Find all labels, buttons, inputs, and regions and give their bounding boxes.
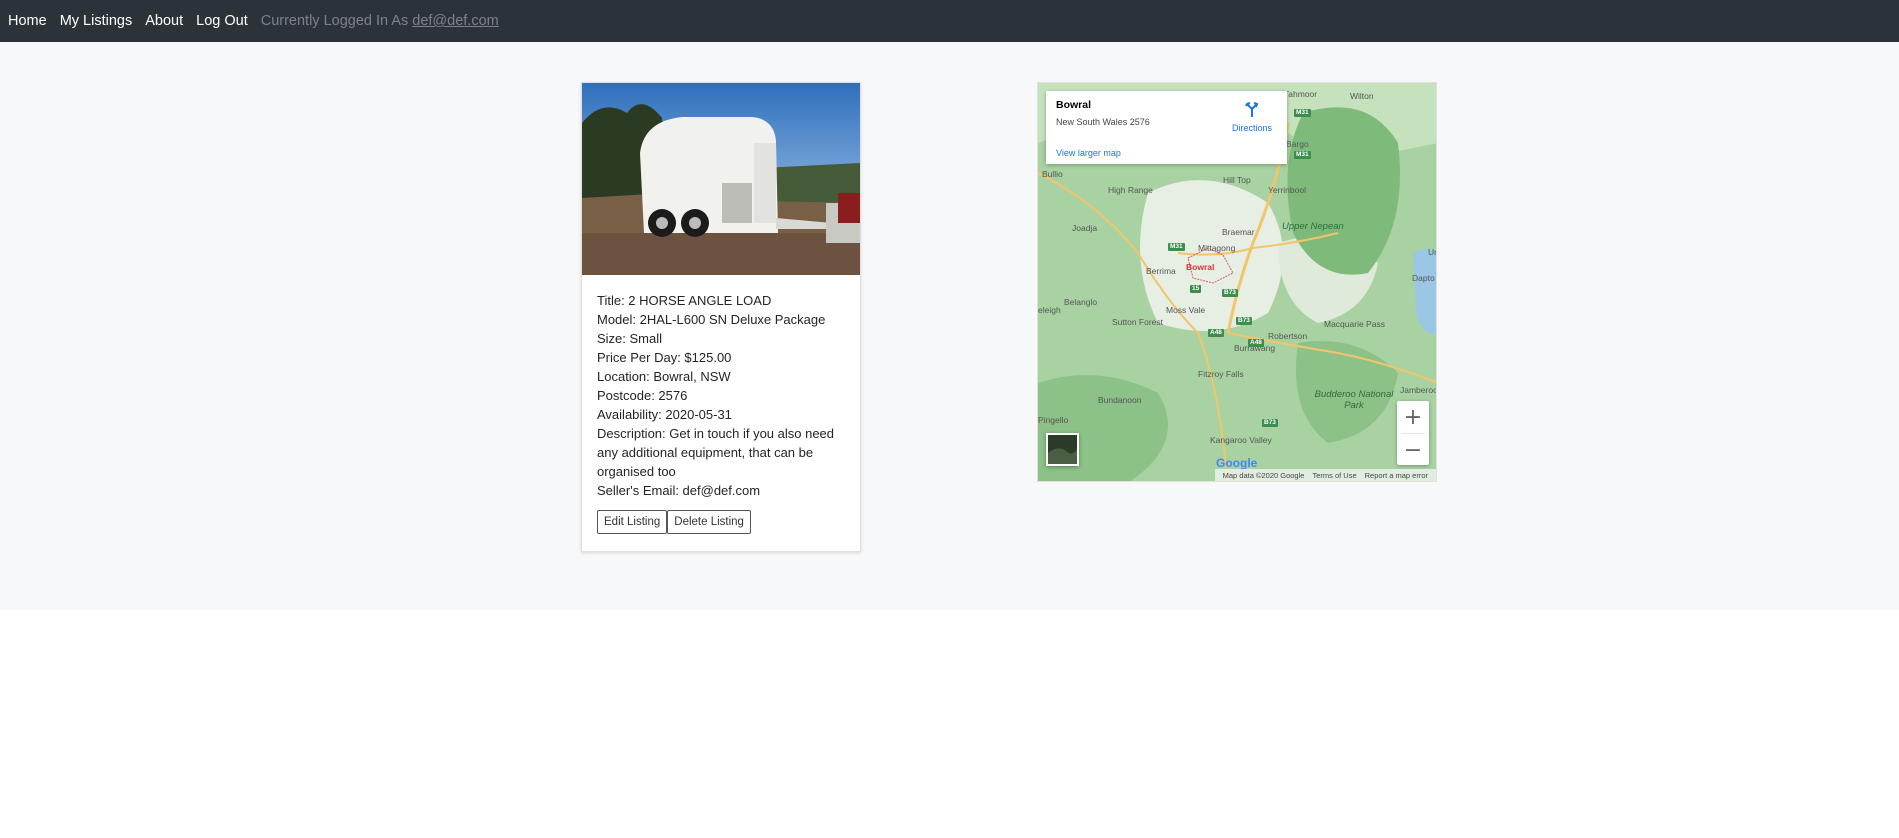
directions-icon — [1244, 102, 1260, 121]
map-data-attribution: Map data ©2020 Google — [1222, 470, 1305, 480]
login-status-prefix: Currently Logged In As — [260, 13, 409, 29]
listing-actions: Edit Listing Delete Listing — [597, 510, 845, 534]
map-footer: Map data ©2020 Google Terms of Use Repor… — [1214, 469, 1436, 481]
map-place-braemar: Braemar — [1222, 227, 1255, 237]
satellite-view-toggle[interactable] — [1046, 433, 1079, 466]
zoom-out-button[interactable]: − — [1397, 434, 1429, 466]
map-place-high-range: High Range — [1108, 185, 1153, 195]
map-place-bargo: Bargo — [1286, 139, 1309, 149]
road-shield-m31-3: M31 — [1168, 243, 1185, 251]
top-navbar: Home My Listings About Log Out Currently… — [0, 0, 1899, 42]
listing-size: Size: Small — [597, 331, 663, 346]
map-place-joadja: Joadja — [1072, 223, 1098, 233]
google-logo-text: Google — [1216, 456, 1258, 470]
directions-button[interactable]: Directions — [1227, 101, 1277, 133]
listing-price: Price Per Day: $125.00 — [597, 350, 732, 365]
listing-availability: Availability: 2020-05-31 — [597, 407, 732, 422]
main-content: Title: 2 HORSE ANGLE LOAD Model: 2HAL-L6… — [0, 42, 1899, 610]
listing-postcode: Postcode: 2576 — [597, 388, 688, 403]
google-logo: Google — [1216, 456, 1257, 470]
map-place-belanglo: Belanglo — [1064, 297, 1098, 307]
nav-my-listings-link[interactable]: My Listings — [60, 13, 133, 29]
nav-logout-link[interactable]: Log Out — [196, 13, 248, 29]
map-park-budderoo: Budderoo National Park — [1314, 389, 1394, 411]
map-place-eleigh: eleigh — [1038, 305, 1061, 315]
listing-title: Title: 2 HORSE ANGLE LOAD — [597, 293, 772, 308]
map-park-upper-nepean: Upper Nepean — [1282, 221, 1344, 232]
road-shield-a48-1: A48 — [1208, 329, 1224, 337]
map-place-bowral: Bowral — [1186, 262, 1215, 272]
road-shield-15: 15 — [1190, 285, 1202, 293]
directions-label: Directions — [1231, 123, 1272, 133]
horse-trailer-photo — [582, 83, 860, 275]
map-place-ur: Ur — [1428, 247, 1437, 257]
listing-seller-email: Seller's Email: def@def.com — [597, 483, 761, 498]
map-terms-link[interactable]: Terms of Use — [1312, 471, 1356, 480]
zoom-in-button[interactable]: + — [1397, 401, 1429, 433]
map-place-sutton-forest: Sutton Forest — [1112, 317, 1164, 327]
delete-listing-button[interactable]: Delete Listing — [667, 510, 751, 534]
map-zoom-control: + − — [1397, 401, 1429, 465]
road-shield-a48-2: A48 — [1248, 339, 1264, 347]
map-place-macquarie-pass: Macquarie Pass — [1324, 319, 1385, 329]
nav-home-link[interactable]: Home — [8, 13, 47, 29]
map-report-error-link[interactable]: Report a map error — [1365, 471, 1428, 480]
map-place-wilton: Wilton — [1350, 91, 1374, 101]
map-place-robertson: Robertson — [1268, 331, 1308, 341]
map-place-bundanoon: Bundanoon — [1098, 395, 1142, 405]
road-shield-b73-1: B73 — [1222, 289, 1238, 297]
location-map[interactable]: Tahmoor Wilton Bargo Bullio Hill Top Yer… — [1037, 82, 1437, 482]
road-shield-m31-2: M31 — [1294, 109, 1311, 117]
map-place-pingello: Pingello — [1038, 415, 1069, 425]
listing-location: Location: Bowral, NSW — [597, 369, 731, 384]
listing-card: Title: 2 HORSE ANGLE LOAD Model: 2HAL-L6… — [581, 82, 861, 552]
map-place-dapto: Dapto — [1412, 273, 1435, 283]
login-status: Currently Logged In As def@def.com — [261, 13, 499, 29]
map-place-kangaroo-valley: Kangaroo Valley — [1210, 435, 1272, 445]
map-place-hill-top: Hill Top — [1223, 175, 1251, 185]
map-place-fitzroy-falls: Fitzroy Falls — [1198, 369, 1244, 379]
login-status-email[interactable]: def@def.com — [412, 13, 498, 29]
map-place-tahmoor: Tahmoor — [1284, 89, 1318, 99]
listing-description: Description: Get in touch if you also ne… — [597, 426, 835, 479]
view-larger-map-link[interactable]: View larger map — [1056, 148, 1121, 158]
map-info-window: Bowral New South Wales 2576 View larger … — [1046, 91, 1287, 164]
map-place-moss-vale: Moss Vale — [1166, 305, 1206, 315]
nav-about-link[interactable]: About — [145, 13, 183, 29]
map-place-yerrinbool: Yerrinbool — [1268, 185, 1306, 195]
listing-details: Title: 2 HORSE ANGLE LOAD Model: 2HAL-L6… — [582, 275, 860, 534]
map-place-mittagong: Mittagong — [1198, 243, 1236, 253]
road-shield-b73-3: B73 — [1262, 419, 1278, 427]
road-shield-b73-2: B73 — [1236, 317, 1252, 325]
map-place-bullio: Bullio — [1042, 169, 1063, 179]
map-place-berrima: Berrima — [1146, 266, 1176, 276]
listing-model: Model: 2HAL-L600 SN Deluxe Package — [597, 312, 826, 327]
edit-listing-button[interactable]: Edit Listing — [597, 510, 668, 534]
road-shield-m31-1: M31 — [1294, 151, 1311, 159]
map-place-jamberoo: Jamberoo — [1400, 385, 1437, 395]
